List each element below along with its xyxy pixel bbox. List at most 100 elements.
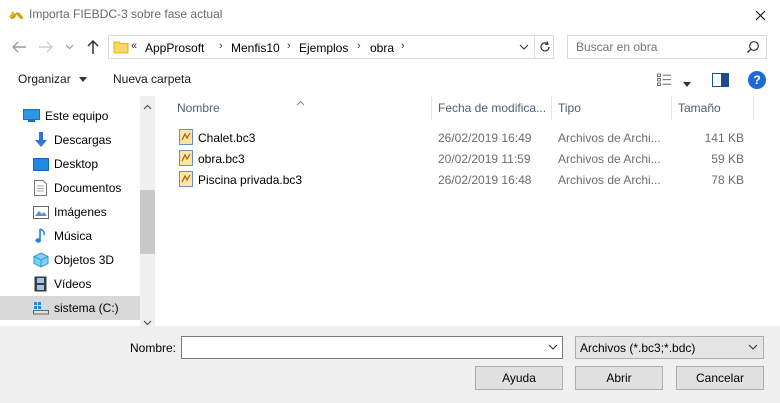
forward-button[interactable] xyxy=(37,38,55,56)
search-input[interactable] xyxy=(574,37,744,57)
details-view-icon xyxy=(657,73,671,86)
recent-locations-button[interactable] xyxy=(62,38,76,56)
arrow-right-icon xyxy=(39,41,53,53)
desktop-icon xyxy=(32,156,49,172)
sidebar-item-sistema-c[interactable]: sistema (C:) xyxy=(0,296,140,320)
column-divider[interactable] xyxy=(431,96,432,120)
filetype-select[interactable]: Archivos (*.bc3;*.bdc) xyxy=(575,336,764,359)
sidebar-item-label: Vídeos xyxy=(54,277,92,291)
file-type: Archivos de Archi... xyxy=(558,152,661,166)
sidebar-item-musica[interactable]: Música xyxy=(0,224,140,248)
column-divider[interactable] xyxy=(551,96,552,120)
breadcrumb-separator[interactable]: › xyxy=(401,40,405,52)
file-size: 141 KB xyxy=(704,131,744,145)
column-header-name[interactable]: Nombre xyxy=(177,96,220,120)
help-icon[interactable]: ? xyxy=(748,71,766,89)
scroll-up-button[interactable] xyxy=(143,99,152,110)
scroll-down-button[interactable] xyxy=(143,315,152,326)
file-type: Archivos de Archi... xyxy=(558,173,661,187)
caret-down-icon xyxy=(683,82,691,87)
file-name: obra.bc3 xyxy=(198,152,245,166)
music-icon xyxy=(32,228,49,244)
filetype-value: Archivos (*.bc3;*.bdc) xyxy=(580,341,696,355)
breadcrumb-obra[interactable]: obra xyxy=(370,41,394,55)
bc3-file-icon xyxy=(179,171,193,187)
address-history-button[interactable] xyxy=(514,35,534,59)
arrow-up-icon xyxy=(87,39,99,54)
images-icon xyxy=(32,204,49,220)
breadcrumb-separator[interactable]: › xyxy=(357,40,361,52)
organize-label: Organizar xyxy=(18,72,71,86)
caret-down-icon xyxy=(79,77,88,83)
refresh-button[interactable] xyxy=(534,35,554,59)
sidebar-item-objetos-3d[interactable]: Objetos 3D xyxy=(0,248,140,272)
column-divider[interactable] xyxy=(671,96,672,120)
sidebar-item-este-equipo[interactable]: Este equipo xyxy=(0,104,140,128)
preview-pane-icon xyxy=(712,73,729,87)
bc3-file-icon xyxy=(179,129,193,145)
download-icon xyxy=(32,132,49,148)
sidebar-item-label: Documentos xyxy=(54,181,122,195)
new-folder-button[interactable]: Nueva carpeta xyxy=(113,72,191,86)
filename-input[interactable] xyxy=(186,338,541,357)
videos-icon xyxy=(32,276,49,292)
filename-label: Nombre: xyxy=(130,341,177,355)
app-icon xyxy=(8,7,26,23)
drive-icon xyxy=(32,300,49,316)
refresh-icon xyxy=(539,41,550,52)
organize-button[interactable]: Organizar xyxy=(18,72,88,86)
preview-pane-button[interactable] xyxy=(712,73,729,87)
chevron-down-icon xyxy=(65,44,73,50)
file-row[interactable]: Piscina privada.bc3 26/02/2019 16:48 Arc… xyxy=(174,169,754,190)
breadcrumb-separator[interactable]: › xyxy=(287,40,291,52)
file-row[interactable]: Chalet.bc3 26/02/2019 16:49 Archivos de … xyxy=(174,127,754,148)
column-divider[interactable] xyxy=(753,96,754,120)
navigation-pane: Este equipo Descargas Desktop Documentos… xyxy=(0,96,155,326)
file-date: 20/02/2019 11:59 xyxy=(438,152,531,166)
up-button[interactable] xyxy=(84,38,102,56)
help-button[interactable]: Ayuda xyxy=(475,366,563,390)
view-dropdown-button[interactable] xyxy=(683,76,692,87)
bc3-file-icon xyxy=(179,150,193,166)
sidebar-item-desktop[interactable]: Desktop xyxy=(0,152,140,176)
search-icon[interactable] xyxy=(746,40,760,54)
sidebar-item-videos[interactable]: Vídeos xyxy=(0,272,140,296)
folder-icon xyxy=(113,41,129,54)
breadcrumb-separator[interactable]: › xyxy=(219,40,223,52)
filename-combobox[interactable] xyxy=(181,336,563,359)
sidebar-item-imagenes[interactable]: Imágenes xyxy=(0,200,140,224)
column-header-date[interactable]: Fecha de modifica... xyxy=(438,96,546,120)
chevron-down-icon[interactable] xyxy=(547,341,559,353)
documents-icon xyxy=(32,180,49,196)
column-header-type[interactable]: Tipo xyxy=(558,96,581,120)
breadcrumb-overflow[interactable]: « xyxy=(131,40,137,52)
close-button[interactable] xyxy=(740,0,780,30)
sidebar-item-descargas[interactable]: Descargas xyxy=(0,128,140,152)
search-box[interactable] xyxy=(567,35,767,59)
breadcrumb-ejemplos[interactable]: Ejemplos xyxy=(299,41,348,55)
chevron-down-icon xyxy=(519,44,529,50)
file-name: Chalet.bc3 xyxy=(198,131,256,145)
back-button[interactable] xyxy=(10,38,28,56)
arrow-left-icon xyxy=(12,41,26,53)
objects3d-icon xyxy=(32,252,49,268)
sidebar-item-label: sistema (C:) xyxy=(54,301,119,315)
breadcrumb-menfis10[interactable]: Menfis10 xyxy=(231,41,280,55)
sidebar-item-documentos[interactable]: Documentos xyxy=(0,176,140,200)
chevron-up-icon xyxy=(143,104,152,110)
open-button[interactable]: Abrir xyxy=(575,366,663,390)
sort-ascending-icon xyxy=(296,95,305,106)
sidebar-item-label: Este equipo xyxy=(45,109,109,123)
file-row[interactable]: obra.bc3 20/02/2019 11:59 Archivos de Ar… xyxy=(174,148,754,169)
cancel-button[interactable]: Cancelar xyxy=(676,366,764,390)
sidebar-scrollbar-thumb[interactable] xyxy=(140,190,155,254)
sidebar-item-label: Desktop xyxy=(54,157,99,171)
chevron-down-icon xyxy=(748,344,758,350)
computer-icon xyxy=(23,108,40,124)
column-header-size[interactable]: Tamaño xyxy=(678,96,721,120)
view-options-button[interactable] xyxy=(657,73,675,87)
address-bar[interactable]: « AppProsoft › Menfis10 › Ejemplos › obr… xyxy=(108,35,554,59)
sidebar-item-label: Música xyxy=(54,229,93,243)
sidebar-item-label: Descargas xyxy=(54,133,112,147)
breadcrumb-appprosoft[interactable]: AppProsoft xyxy=(145,41,204,55)
